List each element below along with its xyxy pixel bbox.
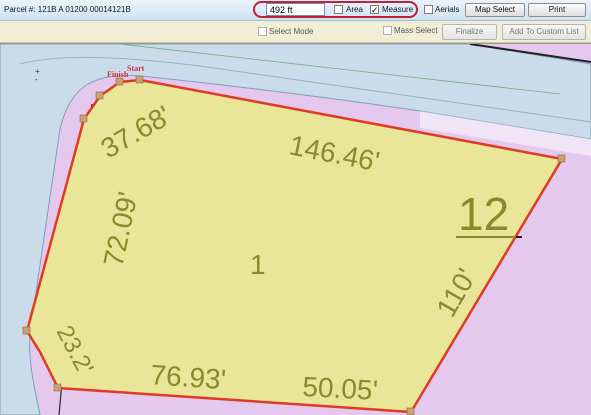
area-checkbox[interactable] xyxy=(334,5,343,14)
select-mode-label: Select Mode xyxy=(269,27,314,36)
aerials-checkbox[interactable] xyxy=(424,5,433,14)
vertex-handle[interactable] xyxy=(22,326,31,335)
selection-toolbar: Select Mode Mass Select Finalize Add To … xyxy=(0,21,591,43)
vertex-handle[interactable] xyxy=(95,91,104,100)
aerials-label: Aerials xyxy=(435,5,460,14)
finish-marker-label: Finish xyxy=(107,70,129,79)
lot-number: 12 xyxy=(458,188,509,240)
parcel-label: 1 xyxy=(250,249,266,280)
vertex-handle[interactable] xyxy=(557,154,566,163)
vertex-handle[interactable] xyxy=(115,77,124,86)
vertex-handle[interactable] xyxy=(135,75,144,84)
mass-select-label: Mass Select xyxy=(394,26,438,35)
measure-label: Measure xyxy=(382,5,414,14)
vertex-handle[interactable] xyxy=(79,114,88,123)
vertex-handle[interactable] xyxy=(53,383,62,392)
finalize-button[interactable]: Finalize xyxy=(442,24,497,40)
dimension-label: 50.05' xyxy=(302,371,379,406)
map-canvas[interactable]: 12 1 37.68' 146.46' 72.09' 110' 23.2' 76… xyxy=(0,43,591,415)
measure-checkbox[interactable]: ✓ xyxy=(370,5,379,15)
print-button[interactable]: Print xyxy=(528,3,586,17)
start-marker-label: Start xyxy=(127,64,145,73)
dimension-label: 76.93' xyxy=(150,359,227,395)
map-select-button[interactable]: Map Select xyxy=(465,3,525,17)
distance-readout-input[interactable] xyxy=(266,3,325,16)
parcel-map[interactable]: 12 1 37.68' 146.46' 72.09' 110' 23.2' 76… xyxy=(0,44,591,415)
mass-select-checkbox[interactable] xyxy=(383,26,392,35)
add-to-custom-list-button[interactable]: Add To Custom List xyxy=(502,24,586,40)
select-mode-checkbox[interactable] xyxy=(258,27,267,36)
main-toolbar: Parcel #: 121B A 01200 00014121B Area ✓ … xyxy=(0,0,591,21)
zoom-controls: + - xyxy=(35,68,40,84)
zoom-out-icon[interactable]: - xyxy=(35,76,40,84)
parcel-number: Parcel #: 121B A 01200 00014121B xyxy=(4,5,131,14)
area-label: Area xyxy=(346,5,363,14)
